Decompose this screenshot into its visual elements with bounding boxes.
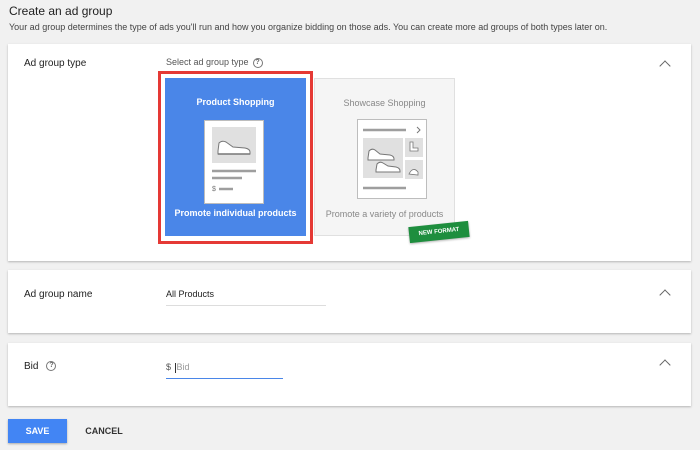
- page-title: Create an ad group: [9, 4, 113, 18]
- showcase-shopping-description: Promote a variety of products: [325, 209, 444, 219]
- text-cursor: [174, 362, 176, 373]
- cancel-button[interactable]: CANCEL: [76, 419, 132, 443]
- collapse-chevron-icon[interactable]: [659, 60, 671, 72]
- ad-group-type-card: Ad group type Select ad group type? Prod…: [8, 44, 691, 261]
- save-button[interactable]: SAVE: [8, 419, 67, 443]
- bid-input[interactable]: $ Bid: [166, 359, 283, 379]
- bid-label-group: Bid?: [24, 361, 57, 372]
- page-subtitle: Your ad group determines the type of ads…: [9, 22, 608, 32]
- showcase-shopping-illustration: [357, 119, 427, 199]
- collapse-chevron-icon[interactable]: [659, 289, 671, 301]
- ad-group-name-card: Ad group name All Products: [8, 270, 691, 333]
- help-icon[interactable]: ?: [252, 57, 263, 68]
- collapse-chevron-icon[interactable]: [659, 359, 671, 371]
- selection-highlight: [158, 71, 313, 244]
- bid-card: Bid? $ Bid: [8, 343, 691, 406]
- currency-symbol: $: [166, 362, 172, 372]
- showcase-shopping-title: Showcase Shopping: [343, 98, 426, 108]
- help-icon[interactable]: ?: [46, 361, 57, 372]
- bid-placeholder: Bid: [176, 362, 190, 372]
- ad-group-name-label: Ad group name: [24, 289, 93, 300]
- bid-label: Bid: [24, 361, 39, 372]
- ad-group-name-input[interactable]: All Products: [166, 286, 326, 306]
- select-ad-group-type-text: Select ad group type: [166, 57, 249, 67]
- showcase-shopping-option[interactable]: Showcase Shopping Promote a variety of p…: [314, 78, 455, 236]
- ad-group-type-label: Ad group type: [24, 58, 87, 69]
- select-ad-group-type-label: Select ad group type?: [166, 57, 263, 68]
